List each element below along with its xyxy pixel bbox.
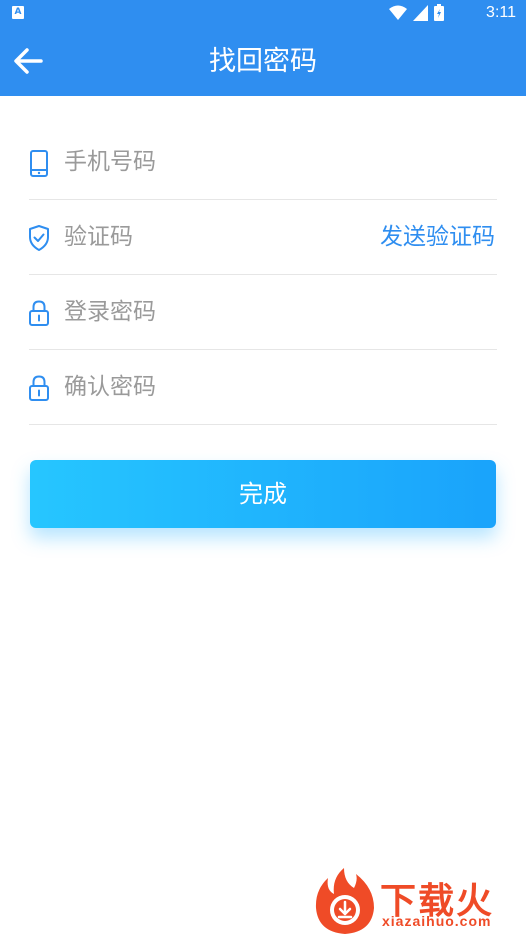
phone-input[interactable] — [64, 145, 364, 179]
notification-icon: A — [12, 6, 24, 19]
lock-icon — [29, 374, 49, 402]
status-icons — [389, 4, 444, 21]
password-row — [29, 275, 497, 350]
app-bar: 找回密码 — [0, 26, 526, 96]
watermark-text-en: xiazaihuo.com — [382, 913, 492, 929]
confirm-password-input[interactable] — [64, 370, 364, 404]
send-code-button[interactable]: 发送验证码 — [380, 222, 495, 252]
flame-download-icon — [315, 868, 374, 934]
shield-check-icon — [29, 224, 49, 252]
reset-password-form: 发送验证码 — [29, 125, 497, 425]
submit-button[interactable]: 完成 — [30, 460, 496, 528]
status-time: 3:11 — [486, 4, 516, 21]
cell-signal-icon — [413, 4, 428, 21]
page-title: 找回密码 — [209, 46, 317, 77]
confirm-password-row — [29, 350, 497, 425]
verification-code-input[interactable] — [64, 220, 364, 254]
wifi-icon — [389, 5, 407, 20]
battery-icon — [434, 4, 444, 21]
phone-row — [29, 125, 497, 200]
watermark-logo: 下载火 xiazaihuo.com — [310, 866, 524, 936]
phone-icon — [29, 149, 49, 177]
password-input[interactable] — [64, 295, 364, 329]
lock-icon — [29, 299, 49, 327]
status-bar: A 3:11 — [0, 0, 526, 26]
code-row: 发送验证码 — [29, 200, 497, 275]
